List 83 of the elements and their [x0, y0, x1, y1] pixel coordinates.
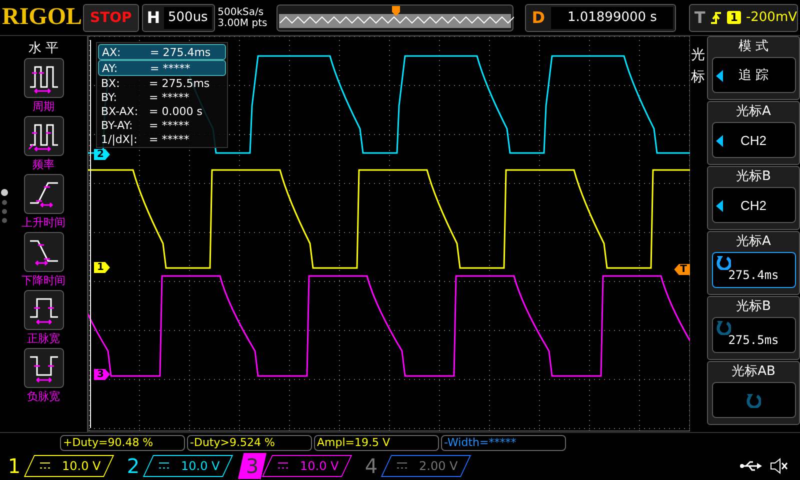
trigger-source: 1 [727, 11, 741, 24]
knob-icon [716, 255, 730, 270]
channel-tab[interactable]: 1 10.0 V [0, 453, 115, 479]
readout-label: 1/|dX|: [101, 132, 138, 146]
menu-option[interactable]: 275.4ms [712, 252, 796, 288]
usb-icon [740, 460, 762, 472]
measure-label: 频率 [32, 157, 54, 173]
sample-rate: 500kSa/s [218, 6, 265, 18]
left-arrow-icon [716, 135, 722, 147]
readout-label: BY-AY: [101, 118, 134, 132]
panel-title: 水 平 [28, 40, 59, 57]
readout-label: AX: [102, 46, 122, 58]
measure-button[interactable] [24, 290, 64, 330]
readout-value: = ***** [149, 132, 190, 146]
channel-scale-box[interactable]: 10.0 V [261, 455, 352, 477]
measure-label: 上升时间 [22, 215, 66, 231]
rising-edge-icon [710, 10, 722, 26]
measure-label: 负脉宽 [27, 389, 60, 405]
delay-label: D [530, 8, 546, 27]
measure-button[interactable] [24, 174, 64, 214]
channel-scale-box[interactable]: 10.0 V [142, 455, 234, 477]
knob-icon [746, 392, 761, 408]
measure-button[interactable] [24, 232, 64, 272]
menu-card-title: 光标AB [732, 363, 776, 381]
memory-depth: 3.00M pts [218, 18, 268, 28]
trigger-box[interactable]: T 1 -200mV [689, 4, 798, 32]
channel-tab[interactable]: 2 10.0 V [119, 453, 234, 479]
readout-value: = ***** [150, 62, 190, 74]
readout-label: BX: [101, 76, 121, 90]
menu-option[interactable]: CH2 [712, 187, 796, 223]
readout-value: = 0.000 s [149, 104, 202, 118]
measurement-readout: +Duty=90.48 % [60, 434, 185, 450]
left-arrow-icon [716, 70, 722, 82]
measure-button[interactable] [24, 116, 64, 156]
brand-logo: RIGOL [2, 4, 80, 31]
readout-label: BX-AX: [101, 104, 140, 118]
trigger-level: -200mV [746, 10, 797, 25]
run-stop-status[interactable]: STOP [83, 4, 139, 32]
trigger-label: T [694, 8, 706, 27]
readout-label: AY: [102, 62, 119, 74]
timebase-box[interactable]: H 500us [142, 4, 215, 32]
measure-label: 下降时间 [22, 273, 66, 289]
channel-tab[interactable]: 3 10.0 V [238, 453, 353, 479]
dc-coupling-icon [278, 462, 288, 470]
speaker-mute-icon [770, 458, 788, 474]
menu-card-title: 光标B [736, 298, 771, 316]
readout-value: = 275.4ms [150, 46, 211, 58]
timebase-label: H [146, 8, 162, 27]
measurement-readout: -Duty>9.524 % [187, 434, 312, 450]
channel-scale-box[interactable]: 10.0 V [23, 455, 114, 477]
measure-label: 周期 [32, 99, 54, 115]
readout-value: = 275.5ms [149, 76, 210, 90]
menu-option[interactable]: 追 踪 [712, 57, 796, 93]
menu-card-title: 模 式 [738, 38, 769, 56]
channel-scale: 2.00 V [418, 459, 458, 473]
menu-card-title: 光标A [736, 103, 771, 121]
measurement-readout: Ampl=19.5 V [314, 434, 439, 450]
measure-button[interactable] [24, 58, 64, 98]
readout-value: = ***** [149, 118, 190, 132]
menu-title: 光标 [690, 46, 706, 88]
channel-tab[interactable]: 4 2.00 V [357, 453, 472, 479]
delay-value: 1.01899000 s [551, 6, 674, 28]
knob-icon [716, 320, 730, 335]
dc-coupling-icon [158, 462, 169, 470]
measure-button[interactable] [24, 348, 64, 388]
channel-scale: 10.0 V [180, 459, 220, 473]
dc-coupling-icon [396, 462, 407, 470]
channel-scale-box[interactable]: 2.00 V [380, 455, 472, 477]
measurement-readout: -Width=***** [441, 434, 566, 450]
channel-scale: 10.0 V [62, 459, 100, 473]
menu-option[interactable]: 275.5ms [712, 317, 796, 353]
readout-label: BY: [101, 90, 118, 104]
readout-value: = ***** [149, 90, 190, 104]
menu-option[interactable] [712, 382, 796, 418]
dc-coupling-icon [40, 462, 50, 470]
left-arrow-icon [716, 200, 722, 212]
menu-card-title: 光标B [736, 168, 771, 186]
delay-box[interactable]: D 1.01899000 s [524, 4, 676, 32]
measure-label: 正脉宽 [27, 331, 60, 347]
timebase-value: 500us [164, 6, 212, 28]
channel-scale: 10.0 V [300, 459, 338, 473]
menu-option[interactable]: CH2 [712, 122, 796, 158]
menu-card-title: 光标A [736, 233, 771, 251]
